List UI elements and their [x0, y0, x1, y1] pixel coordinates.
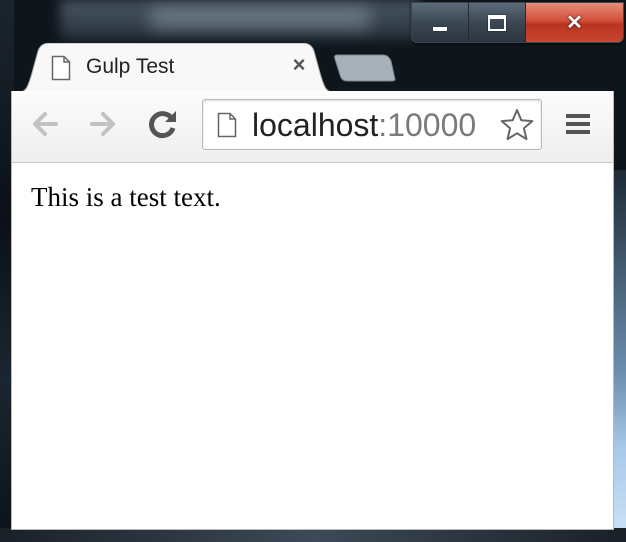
minimize-button[interactable]: [412, 3, 469, 42]
browser-toolbar: localhost:10000: [11, 91, 614, 163]
bookmark-star-button[interactable]: [499, 107, 535, 148]
menu-button[interactable]: [561, 107, 595, 141]
url-host: localhost: [252, 107, 379, 143]
page-content: This is a test text.: [11, 163, 614, 530]
desktop-blur-highlight: [150, 8, 370, 28]
address-bar[interactable]: localhost:10000: [202, 99, 542, 150]
tab-title: Gulp Test: [86, 55, 175, 78]
window-caption-buttons: ✕: [411, 2, 624, 43]
close-window-button[interactable]: ✕: [526, 3, 623, 42]
new-tab-button[interactable]: [333, 53, 397, 88]
page-icon: [217, 112, 237, 143]
forward-arrow-icon: [90, 112, 115, 136]
desktop-right-edge: [612, 170, 626, 542]
star-icon: [500, 109, 534, 141]
back-arrow-icon: [33, 112, 58, 136]
page-text: This is a test text.: [31, 182, 221, 212]
close-icon: ✕: [566, 12, 583, 34]
url-text[interactable]: localhost:10000: [252, 107, 476, 144]
maximize-button[interactable]: [469, 3, 526, 42]
hamburger-menu-icon: [566, 114, 590, 134]
url-port: :10000: [378, 107, 477, 143]
reload-icon: [149, 111, 176, 139]
tab-close-button[interactable]: ×: [288, 54, 310, 76]
desktop-bottom-edge: [0, 528, 626, 542]
forward-button[interactable]: [86, 107, 120, 141]
maximize-icon: [488, 14, 506, 31]
back-button[interactable]: [28, 107, 62, 141]
reload-button[interactable]: [146, 107, 180, 141]
tab-gulp-test[interactable]: Gulp Test ×: [16, 43, 336, 93]
minimize-icon: [433, 26, 447, 31]
